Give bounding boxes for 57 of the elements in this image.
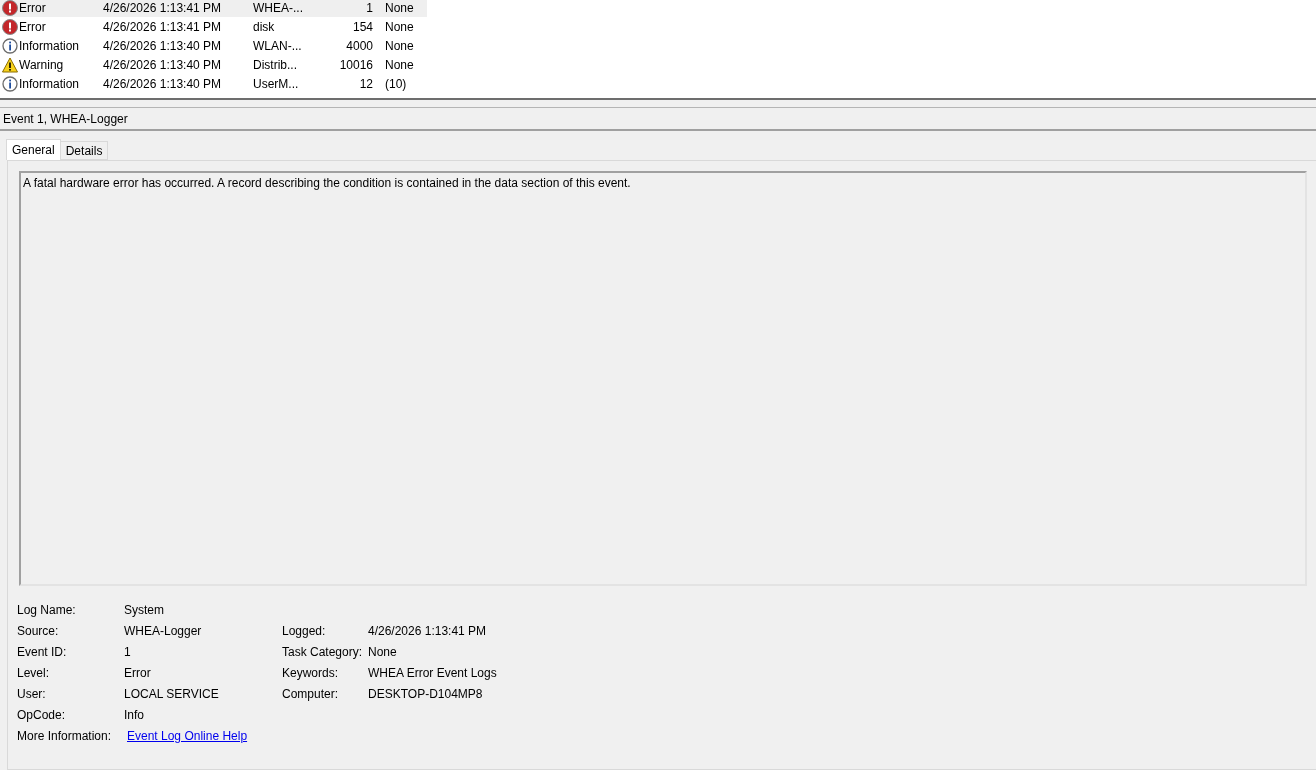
- field-value: Info: [124, 707, 144, 722]
- field-label: Logged:: [282, 623, 326, 638]
- field-value: WHEA-Logger: [124, 623, 202, 638]
- field-label: More Information:: [17, 728, 112, 743]
- field-value: LOCAL SERVICE: [124, 686, 219, 701]
- field-label: Log Name:: [17, 602, 76, 617]
- field-label: Computer:: [282, 686, 339, 701]
- level-cell-text: Warning: [19, 57, 65, 72]
- source-cell-text: Distrib...: [253, 57, 298, 72]
- date-cell-text: 4/26/2026 1:13:41 PM: [103, 0, 223, 15]
- source-cell-text: UserM...: [253, 76, 300, 91]
- field-label: Event ID:: [17, 644, 67, 659]
- field-value: None: [368, 644, 397, 659]
- event-id-cell-text: 12: [358, 76, 373, 91]
- event-row[interactable]: Information 4/26/2026 1:13:40 PM WLAN-... 4000 None: [0, 36, 427, 55]
- tab[interactable]: Details: [59, 141, 109, 160]
- event-row[interactable]: Warning 4/26/2026 1:13:40 PM Distrib... 10016 None: [0, 55, 427, 74]
- event-id-cell-text: 4000: [345, 38, 373, 53]
- event-row[interactable]: Error 4/26/2026 1:13:41 PM WHEA-... 1 None: [0, 0, 427, 17]
- source-cell-text: WHEA-...: [253, 0, 304, 15]
- date-cell-text: 4/26/2026 1:13:40 PM: [103, 57, 223, 72]
- help-link[interactable]: Event Log Online Help: [127, 728, 248, 743]
- field-value: 1: [124, 644, 131, 659]
- field-label: Keywords:: [282, 665, 339, 680]
- tab[interactable]: General: [6, 139, 61, 160]
- field-label: Level:: [17, 665, 50, 680]
- field-value: WHEA Error Event Logs: [368, 665, 497, 680]
- task-cell-text: (10): [384, 76, 408, 91]
- task-cell-text: None: [384, 57, 415, 72]
- field-label: Source:: [17, 623, 59, 638]
- task-cell-text: None: [384, 19, 415, 34]
- level-cell-text: Error: [19, 19, 47, 34]
- event-id-cell-text: 154: [351, 19, 373, 34]
- event-id-cell-text: 10016: [338, 57, 373, 72]
- date-cell-text: 4/26/2026 1:13:40 PM: [103, 76, 223, 91]
- field-value: 4/26/2026 1:13:41 PM: [368, 623, 487, 638]
- field-value: Error: [124, 665, 151, 680]
- source-cell-text: WLAN-...: [253, 38, 303, 53]
- level-cell-text: Information: [19, 76, 81, 91]
- level-cell-text: Information: [19, 38, 81, 53]
- event-id-cell-text: 1: [365, 0, 373, 15]
- event-title: Event 1, WHEA-Logger: [3, 111, 128, 126]
- task-cell-text: None: [384, 0, 415, 15]
- field-value: System: [124, 602, 164, 617]
- level-cell-text: Error: [19, 0, 47, 15]
- source-cell-text: disk: [253, 19, 276, 34]
- event-row[interactable]: Information 4/26/2026 1:13:40 PM UserM... 12 (10): [0, 74, 427, 93]
- date-cell-text: 4/26/2026 1:13:41 PM: [103, 19, 223, 34]
- field-label: Task Category:: [282, 644, 363, 659]
- description-text: A fatal hardware error has occurred. A record describing the condition is contained in the data section of this event.: [23, 176, 632, 190]
- field-value: DESKTOP-D104MP8: [368, 686, 483, 701]
- event-row[interactable]: Error 4/26/2026 1:13:41 PM disk 154 None: [0, 17, 427, 36]
- field-label: User:: [17, 686, 46, 701]
- date-cell-text: 4/26/2026 1:13:40 PM: [103, 38, 223, 53]
- task-cell-text: None: [384, 38, 415, 53]
- warning-icon: [1, 56, 18, 73]
- field-label: OpCode:: [17, 707, 66, 722]
